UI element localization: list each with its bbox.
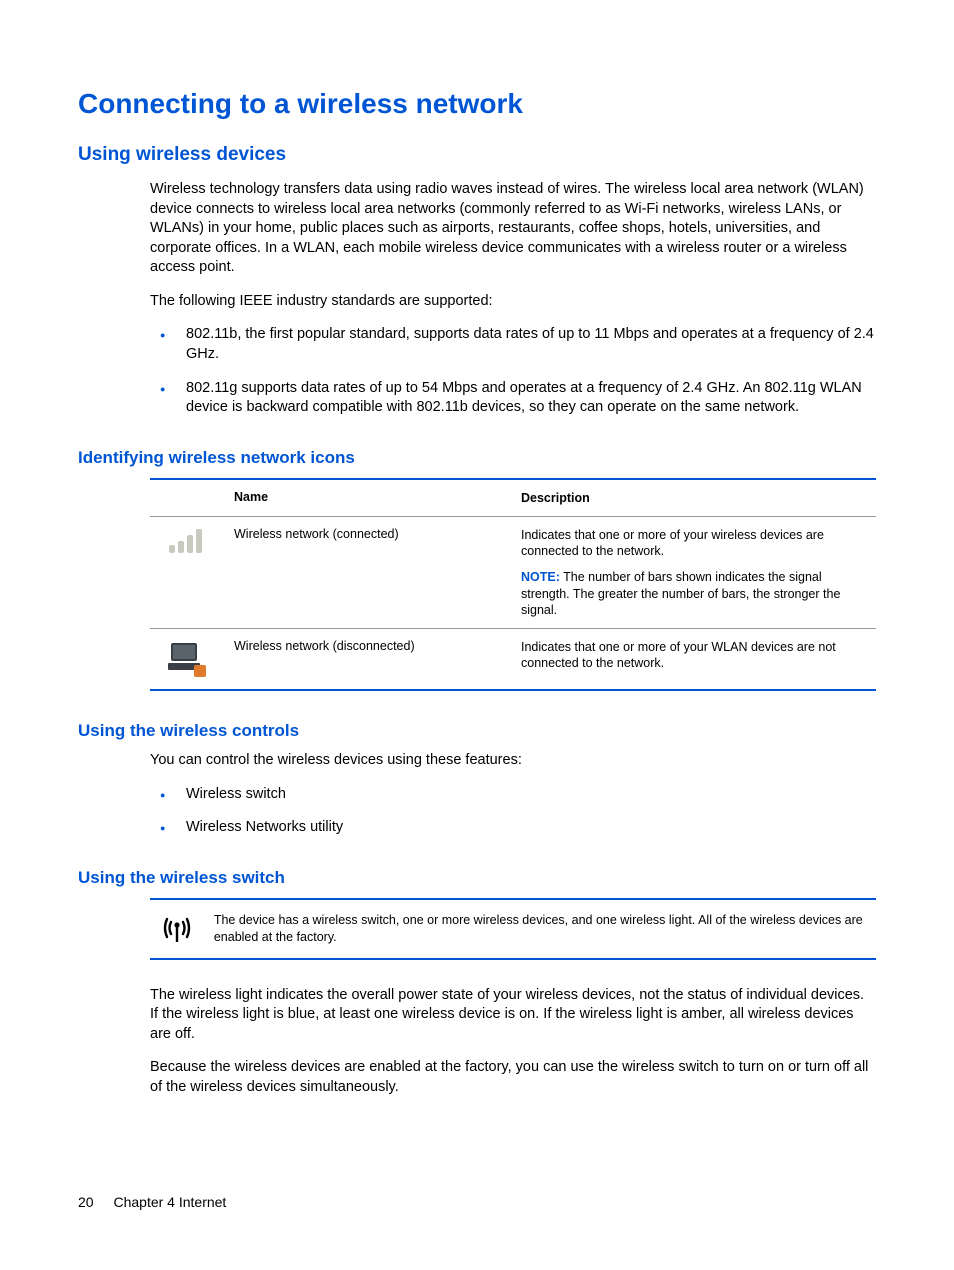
desc-text: Indicates that one or more of your wirel… (521, 527, 870, 560)
icon-description: Indicates that one or more of your WLAN … (515, 629, 876, 689)
page-footer: 20 Chapter 4 Internet (78, 1194, 226, 1210)
page-number: 20 (78, 1194, 94, 1210)
list-item: Wireless switch (150, 785, 876, 805)
note-text: The number of bars shown indicates the s… (521, 570, 840, 617)
section-body: The device has a wireless switch, one or… (150, 898, 876, 1098)
section-body: You can control the wireless devices usi… (150, 751, 876, 838)
wifi-disconnected-icon (150, 629, 228, 689)
callout-box: The device has a wireless switch, one or… (150, 898, 876, 960)
section-heading-wireless-switch: Using the wireless switch (78, 868, 876, 888)
bullet-list: Wireless switch Wireless Networks utilit… (150, 785, 876, 838)
section-heading-using-wireless-devices: Using wireless devices (78, 144, 876, 166)
list-item: 802.11b, the first popular standard, sup… (150, 325, 876, 364)
icons-table: Name Description Wireless network (conne… (150, 478, 876, 692)
table-header-description: Description (515, 480, 876, 516)
icon-description: Indicates that one or more of your wirel… (515, 517, 876, 628)
list-item: Wireless Networks utility (150, 818, 876, 838)
paragraph: You can control the wireless devices usi… (150, 751, 876, 771)
list-item: 802.11g supports data rates of up to 54 … (150, 379, 876, 418)
paragraph: The following IEEE industry standards ar… (150, 292, 876, 312)
chapter-label: Chapter 4 Internet (113, 1194, 226, 1210)
bullet-list: 802.11b, the first popular standard, sup… (150, 325, 876, 417)
section-body: Wireless technology transfers data using… (150, 180, 876, 418)
note-label: NOTE: (521, 570, 560, 584)
page-title: Connecting to a wireless network (78, 88, 876, 120)
paragraph: The wireless light indicates the overall… (150, 986, 876, 1045)
icon-name: Wireless network (disconnected) (228, 629, 515, 689)
note-block: NOTE: The number of bars shown indicates… (521, 569, 870, 618)
table-header-row: Name Description (150, 480, 876, 517)
table-row: Wireless network (connected) Indicates t… (150, 517, 876, 629)
table-header-name: Name (228, 480, 515, 516)
paragraph: Because the wireless devices are enabled… (150, 1058, 876, 1097)
section-heading-identifying-icons: Identifying wireless network icons (78, 448, 876, 468)
paragraph: Wireless technology transfers data using… (150, 180, 876, 278)
icon-name: Wireless network (connected) (228, 517, 515, 628)
callout-text: The device has a wireless switch, one or… (214, 912, 872, 946)
section-heading-wireless-controls: Using the wireless controls (78, 721, 876, 741)
document-page: Connecting to a wireless network Using w… (0, 0, 954, 1270)
wifi-connected-icon (150, 517, 228, 628)
icons-table-wrapper: Name Description Wireless network (conne… (150, 478, 876, 692)
table-row: Wireless network (disconnected) Indicate… (150, 629, 876, 689)
antenna-icon (154, 912, 200, 944)
